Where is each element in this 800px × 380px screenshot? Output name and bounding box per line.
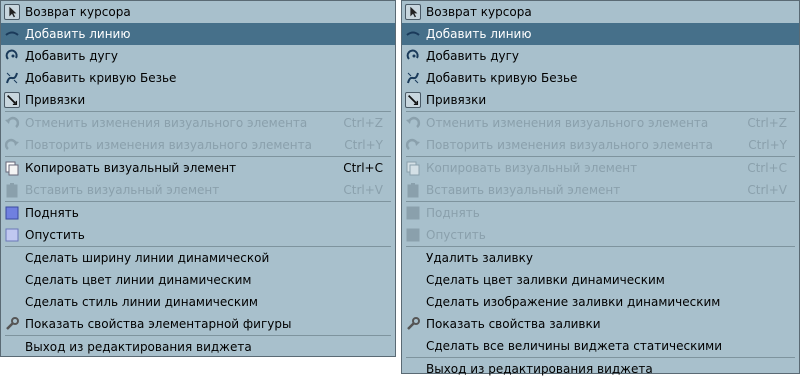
menu-item[interactable]: Удалить заливку	[402, 247, 799, 269]
menu-item: Вставить визуальный элемент Ctrl+V	[1, 179, 395, 201]
menu-item-label: Вставить визуальный элемент	[25, 183, 220, 197]
menu-item-label: Отменить изменения визуального элемента	[25, 116, 308, 130]
menu-item[interactable]: Привязки	[1, 89, 395, 111]
undo-icon	[4, 115, 20, 131]
menu-item-shortcut: Ctrl+Y	[344, 138, 383, 152]
menu-item-label: Сделать ширину линии динамической	[25, 251, 270, 265]
menu-item-label: Добавить кривую Безье	[426, 71, 578, 85]
menu-item-label: Опустить	[25, 228, 85, 242]
menu-item-label: Поднять	[25, 206, 79, 220]
menu-item-label: Удалить заливку	[426, 251, 533, 265]
wrench-icon	[405, 316, 421, 332]
menu-item-label: Сделать цвет заливки динамическим	[426, 273, 665, 287]
menu-item-label: Привязки	[25, 93, 86, 107]
menu-item[interactable]: Опустить	[1, 224, 395, 246]
menu-item: Отменить изменения визуального элемента C…	[1, 112, 395, 134]
menu-item-label: Добавить дугу	[25, 49, 119, 63]
paste-icon	[405, 182, 421, 198]
bezier-icon	[4, 70, 20, 86]
raise-icon	[405, 205, 421, 221]
menu-item-label: Привязки	[426, 93, 487, 107]
menu-item[interactable]: Выход из редактирования виджета	[1, 336, 395, 358]
menu-item-label: Показать свойства заливки	[426, 317, 601, 331]
menu-item[interactable]: Добавить дугу	[402, 45, 799, 67]
menu-item-label: Опустить	[426, 228, 486, 242]
bezier-icon	[405, 70, 421, 86]
menu-item[interactable]: Добавить дугу	[1, 45, 395, 67]
menu-item-shortcut: Ctrl+V	[343, 183, 383, 197]
menu-item-label: Выход из редактирования виджета	[25, 340, 252, 354]
menu-item-label: Повторить изменения визуального элемента	[25, 138, 312, 152]
menu-item[interactable]: Добавить линию	[1, 23, 395, 45]
menu-item: Поднять	[402, 202, 799, 224]
menu-item-label: Сделать все величины виджета статическим…	[426, 339, 722, 353]
menu-item: Повторить изменения визуального элемента…	[402, 134, 799, 156]
menu-item-label: Добавить линию	[426, 27, 532, 41]
menu-item-label: Вставить визуальный элемент	[426, 183, 621, 197]
line-icon	[4, 26, 20, 42]
snap-icon	[405, 92, 421, 108]
menu-item-label: Добавить кривую Безье	[25, 71, 177, 85]
menu-item-label: Сделать изображение заливки динамическим	[426, 295, 721, 309]
menu-item-label: Добавить дугу	[426, 49, 520, 63]
menu-item-shortcut: Ctrl+C	[343, 161, 383, 175]
redo-icon	[405, 137, 421, 153]
menu-item[interactable]: Возврат курсора	[402, 1, 799, 23]
menu-item-label: Сделать стиль линии динамическим	[25, 295, 258, 309]
cursor-icon	[405, 4, 421, 20]
menu-item[interactable]: Возврат курсора	[1, 1, 395, 23]
menu-item-shortcut: Ctrl+Z	[747, 116, 787, 130]
menu-item-shortcut: Ctrl+Y	[748, 138, 787, 152]
redo-icon	[4, 137, 20, 153]
undo-icon	[405, 115, 421, 131]
arc-icon	[4, 48, 20, 64]
menu-item[interactable]: Добавить кривую Безье	[1, 67, 395, 89]
menu-item[interactable]: Добавить кривую Безье	[402, 67, 799, 89]
menu-item: Вставить визуальный элемент Ctrl+V	[402, 179, 799, 201]
menu-item-shortcut: Ctrl+V	[747, 183, 787, 197]
menu-item[interactable]: Поднять	[1, 202, 395, 224]
menu-item[interactable]: Сделать изображение заливки динамическим	[402, 291, 799, 313]
menu-item[interactable]: Сделать стиль линии динамическим	[1, 291, 395, 313]
arc-icon	[405, 48, 421, 64]
wrench-icon	[4, 316, 20, 332]
context-menu-right: Возврат курсора Добавить линию Добавить ду…	[401, 0, 800, 376]
menu-item: Повторить изменения визуального элемента…	[1, 134, 395, 156]
snap-icon	[4, 92, 20, 108]
menu-item[interactable]: Сделать цвет линии динамическим	[1, 269, 395, 291]
menu-item[interactable]: Выход из редактирования виджета	[402, 358, 799, 380]
menu-item[interactable]: Копировать визуальный элемент Ctrl+C	[1, 157, 395, 179]
menu-item-label: Возврат курсора	[25, 5, 131, 19]
lower-icon	[4, 227, 20, 243]
menu-item-label: Копировать визуальный элемент	[25, 161, 237, 175]
line-icon	[405, 26, 421, 42]
menu-item[interactable]: Сделать цвет заливки динамическим	[402, 269, 799, 291]
copy-icon	[4, 160, 20, 176]
menu-item-label: Поднять	[426, 206, 480, 220]
menu-item-shortcut: Ctrl+C	[747, 161, 787, 175]
context-menu-left: Возврат курсора Добавить линию Добавить ду…	[0, 0, 396, 357]
lower-icon	[405, 227, 421, 243]
menu-item-label: Добавить линию	[25, 27, 131, 41]
menu-item-shortcut: Ctrl+Z	[343, 116, 383, 130]
menu-item[interactable]: Показать свойства заливки	[402, 313, 799, 335]
menu-item[interactable]: Сделать ширину линии динамической	[1, 247, 395, 269]
menu-item: Копировать визуальный элемент Ctrl+C	[402, 157, 799, 179]
menu-item-label: Отменить изменения визуального элемента	[426, 116, 709, 130]
copy-icon	[405, 160, 421, 176]
menu-item[interactable]: Добавить линию	[402, 23, 799, 45]
menu-item-label: Повторить изменения визуального элемента	[426, 138, 713, 152]
paste-icon	[4, 182, 20, 198]
cursor-icon	[4, 4, 20, 20]
menu-item: Отменить изменения визуального элемента C…	[402, 112, 799, 134]
menu-item-label: Показать свойства элементарной фигуры	[25, 317, 292, 331]
raise-icon	[4, 205, 20, 221]
menu-item[interactable]: Сделать все величины виджета статическим…	[402, 335, 799, 357]
menu-item[interactable]: Привязки	[402, 89, 799, 111]
menu-item-label: Сделать цвет линии динамическим	[25, 273, 252, 287]
menu-item[interactable]: Показать свойства элементарной фигуры	[1, 313, 395, 335]
menu-item-label: Возврат курсора	[426, 5, 532, 19]
menu-item: Опустить	[402, 224, 799, 246]
menu-item-label: Копировать визуальный элемент	[426, 161, 638, 175]
